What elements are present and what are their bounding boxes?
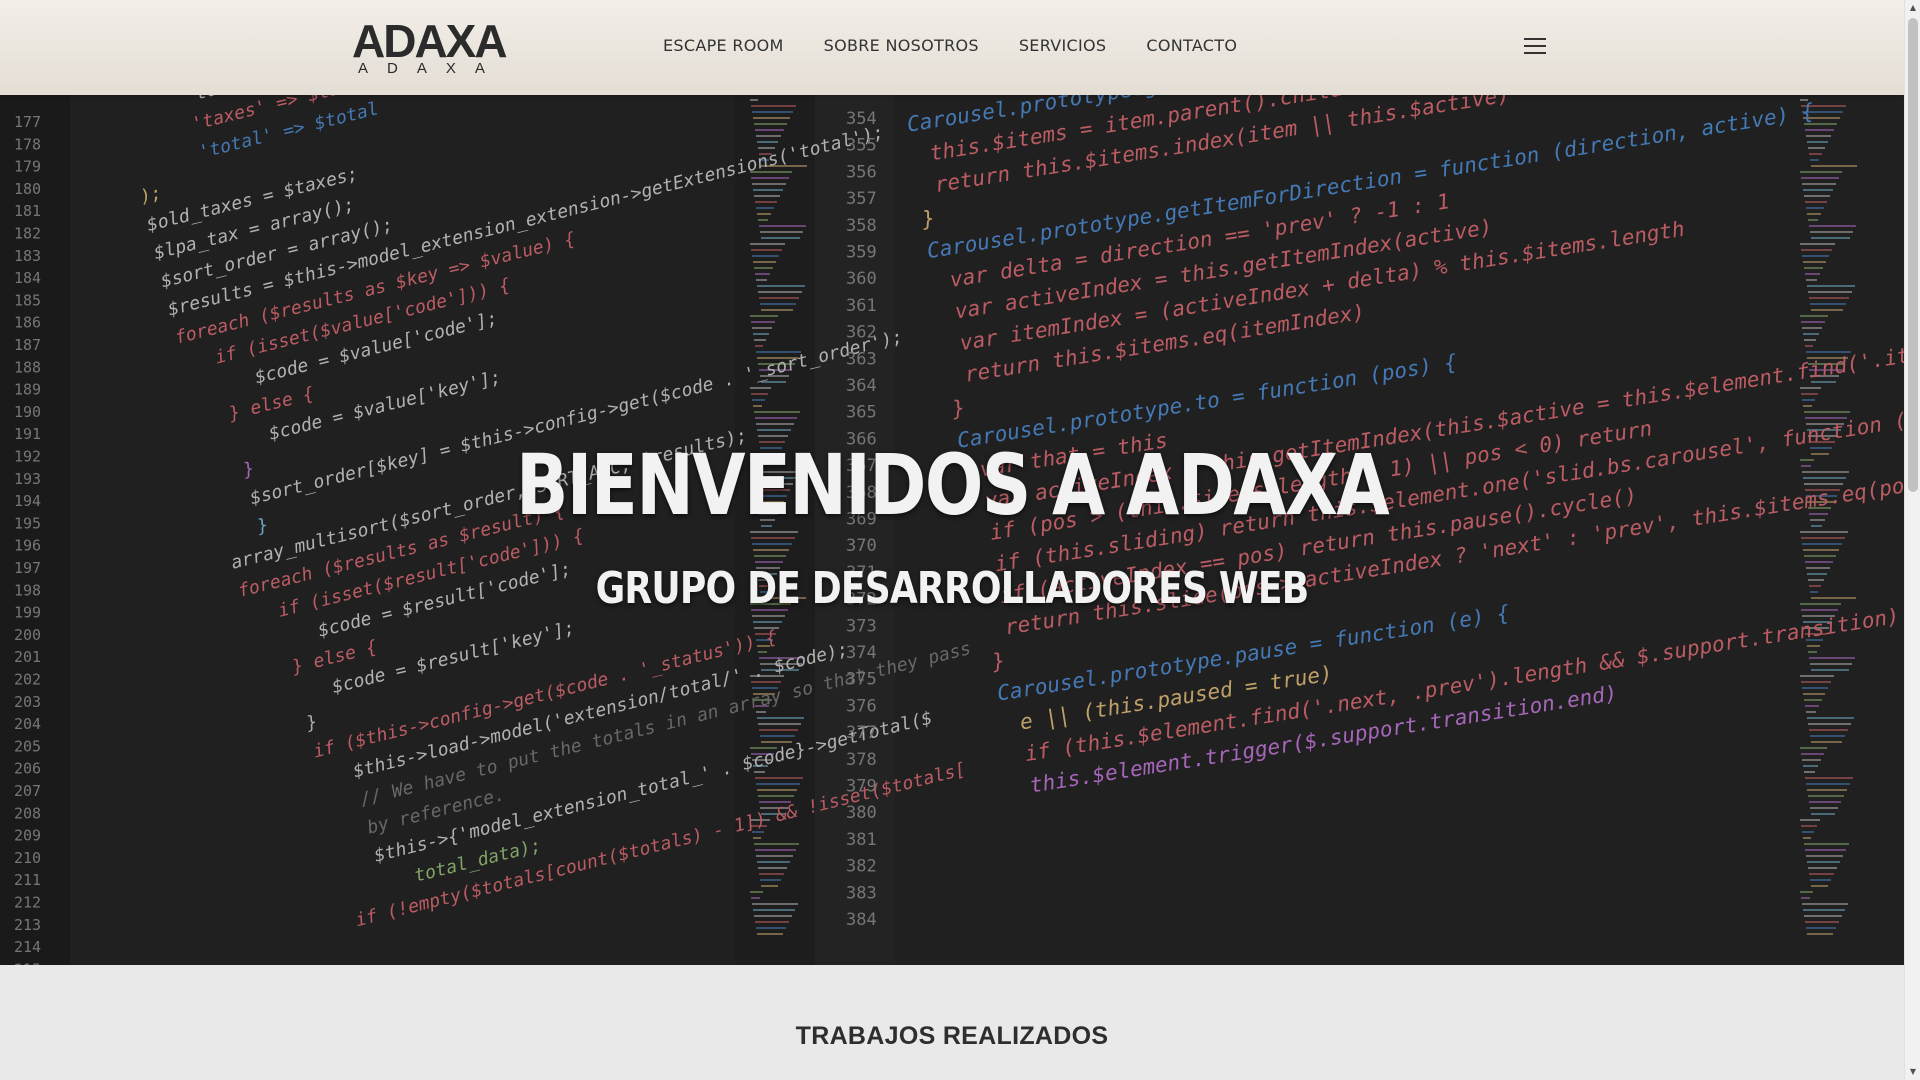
nav-link-sobre-nosotros[interactable]: SOBRE NOSOTROS [824, 36, 979, 56]
logo-subtext: ADAXA [358, 60, 504, 77]
scroll-up-arrow-icon[interactable]: ▲ [1905, 0, 1920, 16]
scroll-down-arrow-icon[interactable]: ▼ [1905, 1064, 1920, 1080]
hero-subtitle: GRUPO DE DESARROLLADORES WEB [595, 563, 1310, 614]
page-scrollbar[interactable]: ▲ ▼ [1904, 0, 1920, 1080]
menu-bar [1524, 52, 1546, 54]
scrollbar-thumb[interactable] [1908, 18, 1918, 492]
site-logo[interactable]: ADAXA ADAXA [352, 15, 508, 78]
works-section-title: TRABAJOS REALIZADOS [795, 1022, 1109, 1050]
nav-link-servicios[interactable]: SERVICIOS [1019, 36, 1107, 56]
works-section: TRABAJOS REALIZADOS [0, 965, 1904, 1080]
menu-bar [1524, 45, 1546, 47]
hero-title: BIENVENIDOS A ADAXA [515, 436, 1390, 534]
menu-bar [1524, 38, 1546, 40]
main-nav: ESCAPE ROOM SOBRE NOSOTROS SERVICIOS CON… [663, 36, 1237, 56]
page-viewport: ADAXA ADAXA ESCAPE ROOM SOBRE NOSOTROS S… [0, 0, 1904, 1080]
nav-link-escape-room[interactable]: ESCAPE ROOM [663, 36, 784, 56]
hamburger-menu-icon[interactable] [1524, 38, 1546, 56]
hero-banner: 177 178 179 180 181 182 183 184 185 186 187 188 189 1… [0, 95, 1904, 965]
logo-wordmark: ADAXA [352, 15, 508, 67]
nav-link-contacto[interactable]: CONTACTO [1146, 36, 1237, 56]
site-header: ADAXA ADAXA ESCAPE ROOM SOBRE NOSOTROS S… [0, 0, 1904, 95]
